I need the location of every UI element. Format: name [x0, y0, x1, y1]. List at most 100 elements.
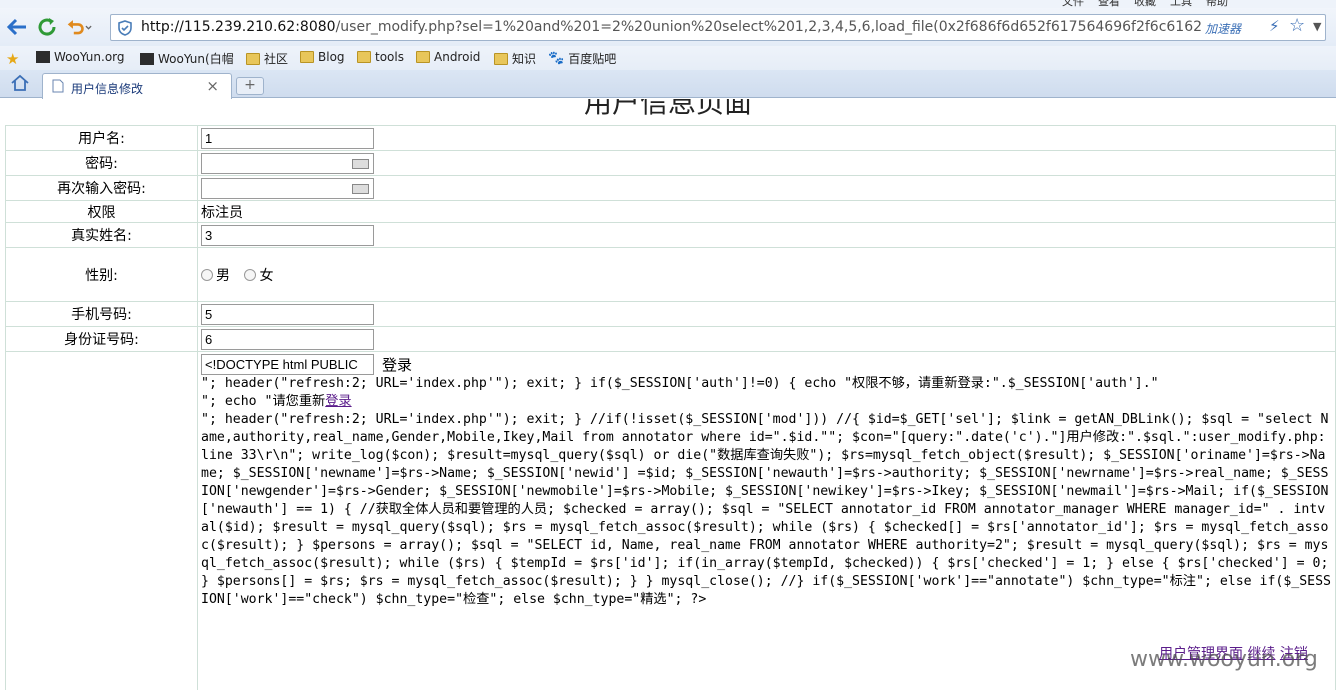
bookmark-label: WooYun(白帽 — [158, 52, 234, 66]
authority-value: 标注员 — [197, 200, 1336, 223]
url-host: http://115.239.210.62:8080 — [141, 19, 336, 35]
address-url[interactable]: http://115.239.210.62:8080/user_modify.p… — [141, 19, 1201, 35]
realname-input[interactable]: 3 — [201, 224, 374, 246]
mobile-input[interactable]: 5 — [201, 303, 374, 325]
username-label: 用户名: — [5, 125, 198, 151]
favorites-star-icon[interactable]: ★ — [6, 50, 19, 68]
menu-item-file[interactable]: 文件 — [1062, 0, 1084, 8]
folder-icon — [300, 51, 314, 63]
row-realname: 真实姓名: 3 — [5, 222, 1336, 248]
undo-button[interactable] — [66, 14, 92, 40]
idcard-label: 身份证号码: — [5, 326, 198, 352]
menu-item-view[interactable]: 查看 — [1098, 0, 1120, 8]
tab-bar: 用户信息修改 × + — [0, 70, 1336, 99]
chevron-down-icon[interactable]: ▼ — [1313, 20, 1321, 33]
bookmark-android[interactable]: Android — [416, 50, 480, 64]
bookmark-blog[interactable]: Blog — [300, 50, 345, 64]
undo-icon — [67, 20, 92, 35]
accelerator-button[interactable]: 加速器 — [1205, 20, 1241, 37]
bookmarks-bar: ★ WooYun.org WooYun(白帽 社区 Blog tools And… — [0, 46, 1336, 70]
keyboard-icon[interactable] — [352, 158, 369, 169]
row-username: 用户名: 1 — [5, 125, 1336, 151]
new-tab-button[interactable]: + — [236, 77, 264, 95]
bookmark-knowledge[interactable]: 知识 — [494, 50, 536, 67]
radio-circle — [244, 268, 257, 281]
gender-male-radio[interactable]: 男 — [201, 265, 230, 285]
password-input[interactable] — [201, 152, 374, 174]
bookmark-wooyun-whitehat[interactable]: WooYun(白帽 — [140, 50, 234, 67]
refresh-button[interactable] — [34, 14, 60, 40]
home-button[interactable] — [10, 74, 30, 96]
back-button[interactable] — [4, 14, 30, 40]
shield-icon — [118, 20, 132, 36]
gender-male-label: 男 — [216, 267, 230, 284]
address-bar[interactable]: http://115.239.210.62:8080/user_modify.p… — [110, 14, 1326, 41]
row-mail-dump: <!DOCTYPE html PUBLIC 登录 "; header("refr… — [5, 351, 1336, 690]
star-icon[interactable]: ☆ — [1289, 15, 1305, 36]
page-icon — [52, 79, 64, 93]
bookmark-label: Blog — [318, 50, 345, 64]
username-input[interactable]: 1 — [201, 127, 374, 149]
folder-icon — [246, 52, 260, 65]
watermark: www.wooyun.org — [1130, 647, 1318, 672]
leaked-source-dump: "; header("refresh:2; URL='index.php'");… — [201, 375, 1331, 609]
row-idcard: 身份证号码: 6 — [5, 326, 1336, 352]
tab-label: 用户信息修改 — [71, 82, 144, 96]
bookmark-label: 百度贴吧 — [568, 52, 617, 66]
home-icon — [11, 74, 29, 91]
dump-line-1: "; header("refresh:2; URL='index.php'");… — [201, 376, 1159, 391]
user-form: 用户名: 1 密码: 再次输入密码: 权限 标注员 真实姓名: 3 性别: 男 … — [5, 125, 1336, 690]
navigation-bar: http://115.239.210.62:8080/user_modify.p… — [0, 8, 1336, 46]
gender-female-radio[interactable]: 女 — [244, 265, 273, 285]
mail-input[interactable]: <!DOCTYPE html PUBLIC — [201, 354, 374, 375]
tab-user-modify[interactable]: 用户信息修改 × — [42, 73, 232, 99]
bookmark-wooyun[interactable]: WooYun.org — [36, 50, 125, 64]
row-password-confirm: 再次输入密码: — [5, 175, 1336, 201]
bookmark-tools[interactable]: tools — [357, 50, 404, 64]
paw-icon: 🐾 — [548, 51, 565, 66]
wooyun-icon — [140, 52, 154, 65]
bookmark-community[interactable]: 社区 — [246, 50, 288, 67]
wooyun-icon — [36, 51, 50, 63]
mobile-label: 手机号码: — [5, 301, 198, 327]
bookmark-label: tools — [375, 50, 404, 64]
gender-female-label: 女 — [259, 267, 274, 284]
dump-code: "; header("refresh:2; URL='index.php'");… — [201, 412, 1331, 607]
realname-label: 真实姓名: — [5, 222, 198, 248]
page-content: 用户信息页面 用户名: 1 密码: 再次输入密码: 权限 标注员 真实姓名: 3… — [0, 99, 1336, 690]
password-confirm-input[interactable] — [201, 177, 374, 199]
keyboard-icon[interactable] — [352, 183, 369, 194]
page-title: 用户信息页面 — [583, 99, 752, 119]
bookmark-label: 知识 — [512, 52, 537, 66]
folder-icon — [357, 51, 371, 63]
row-gender: 性别: 男 女 — [5, 247, 1336, 302]
bookmark-label: Android — [434, 50, 481, 64]
url-path: /user_modify.php?sel=1%20and%201=2%20uni… — [335, 19, 1201, 35]
menu-bar: 文件 查看 收藏 工具 帮助 — [0, 0, 1336, 8]
gender-label: 性别: — [5, 247, 198, 302]
lightning-icon[interactable]: ⚡ — [1269, 17, 1280, 35]
password-confirm-label: 再次输入密码: — [5, 175, 198, 201]
row-authority: 权限 标注员 — [5, 200, 1336, 223]
folder-icon — [416, 51, 430, 63]
row-mobile: 手机号码: 5 — [5, 301, 1336, 327]
dump-line-2-text: "; echo "请您重新 — [201, 394, 326, 409]
login-link[interactable]: 登录 — [325, 394, 351, 409]
close-icon[interactable]: × — [206, 77, 219, 95]
mail-label — [5, 351, 198, 690]
idcard-input[interactable]: 6 — [201, 328, 374, 350]
menu-item-favorites[interactable]: 收藏 — [1134, 0, 1156, 8]
radio-circle — [201, 268, 213, 281]
menu-item-help[interactable]: 帮助 — [1206, 0, 1228, 8]
login-text: 登录 — [382, 356, 413, 374]
menu-item-tools[interactable]: 工具 — [1170, 0, 1192, 8]
password-label: 密码: — [5, 150, 198, 176]
back-arrow-icon — [6, 18, 26, 36]
dump-line-2: "; echo "请您重新登录 — [201, 393, 1331, 411]
refresh-icon — [38, 18, 56, 36]
bookmark-label: WooYun.org — [54, 50, 125, 64]
folder-icon — [494, 52, 508, 65]
bookmark-label: 社区 — [264, 52, 289, 66]
bookmark-tieba[interactable]: 🐾 百度贴吧 — [548, 50, 616, 67]
authority-label: 权限 — [5, 200, 198, 223]
